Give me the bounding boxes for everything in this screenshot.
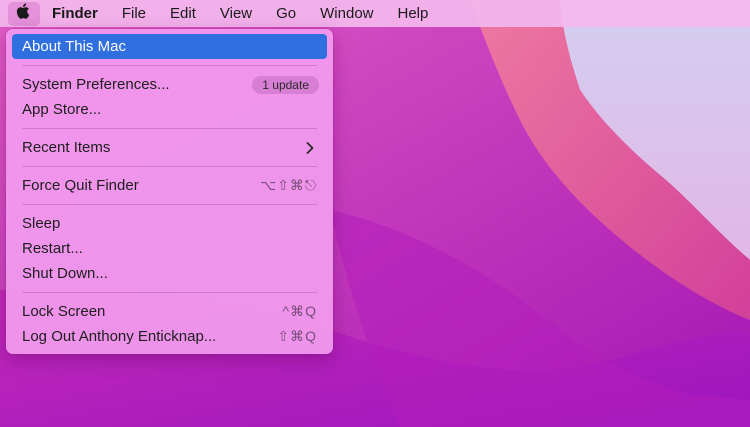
menu-file[interactable]: File [122, 5, 146, 22]
menu-item-label: System Preferences... [22, 76, 170, 93]
menu-item-label: Recent Items [22, 139, 111, 156]
keyboard-shortcut: ⌥⇧⌘⎋ [260, 177, 317, 193]
menu-item-system-preferences[interactable]: System Preferences... 1 update [12, 72, 327, 97]
menu-item-label: App Store... [22, 101, 102, 118]
menu-item-about-this-mac[interactable]: About This Mac [12, 34, 327, 59]
menu-item-log-out[interactable]: Log Out Anthony Enticknap... ⇧⌘Q [12, 324, 327, 349]
apple-menu-dropdown: About This Mac System Preferences... 1 u… [6, 29, 333, 354]
apple-menu-button[interactable] [8, 1, 40, 26]
menu-finder[interactable]: Finder [52, 5, 98, 22]
keyboard-shortcut: ^⌘Q [282, 303, 317, 319]
menu-bar: Finder File Edit View Go Window Help [0, 0, 750, 27]
menu-item-force-quit[interactable]: Force Quit Finder ⌥⇧⌘⎋ [12, 173, 327, 198]
menu-item-label: Shut Down... [22, 265, 108, 282]
menu-item-label: Log Out Anthony Enticknap... [22, 328, 217, 345]
update-badge: 1 update [252, 75, 319, 94]
keyboard-shortcut: ⇧⌘Q [277, 328, 317, 344]
menu-go[interactable]: Go [276, 5, 296, 22]
chevron-right-icon [303, 141, 317, 155]
menu-item-recent-items[interactable]: Recent Items [12, 135, 327, 160]
menu-item-label: Restart... [22, 240, 83, 257]
menu-separator [22, 128, 317, 129]
menu-separator [22, 204, 317, 205]
menu-view[interactable]: View [220, 5, 252, 22]
menu-item-label: About This Mac [22, 38, 126, 55]
desktop: Finder File Edit View Go Window Help Abo… [0, 0, 750, 427]
menu-item-shut-down[interactable]: Shut Down... [12, 261, 327, 286]
menu-item-sleep[interactable]: Sleep [12, 211, 327, 236]
menu-item-label: Sleep [22, 215, 61, 232]
menu-item-restart[interactable]: Restart... [12, 236, 327, 261]
menu-edit[interactable]: Edit [170, 5, 196, 22]
menu-item-label: Force Quit Finder [22, 177, 139, 194]
menu-item-label: Lock Screen [22, 303, 106, 320]
apple-logo-icon [16, 2, 32, 25]
menu-separator [22, 65, 317, 66]
menu-separator [22, 166, 317, 167]
menu-separator [22, 292, 317, 293]
menu-window[interactable]: Window [320, 5, 373, 22]
menu-help[interactable]: Help [398, 5, 429, 22]
menu-item-app-store[interactable]: App Store... [12, 97, 327, 122]
menu-item-lock-screen[interactable]: Lock Screen ^⌘Q [12, 299, 327, 324]
